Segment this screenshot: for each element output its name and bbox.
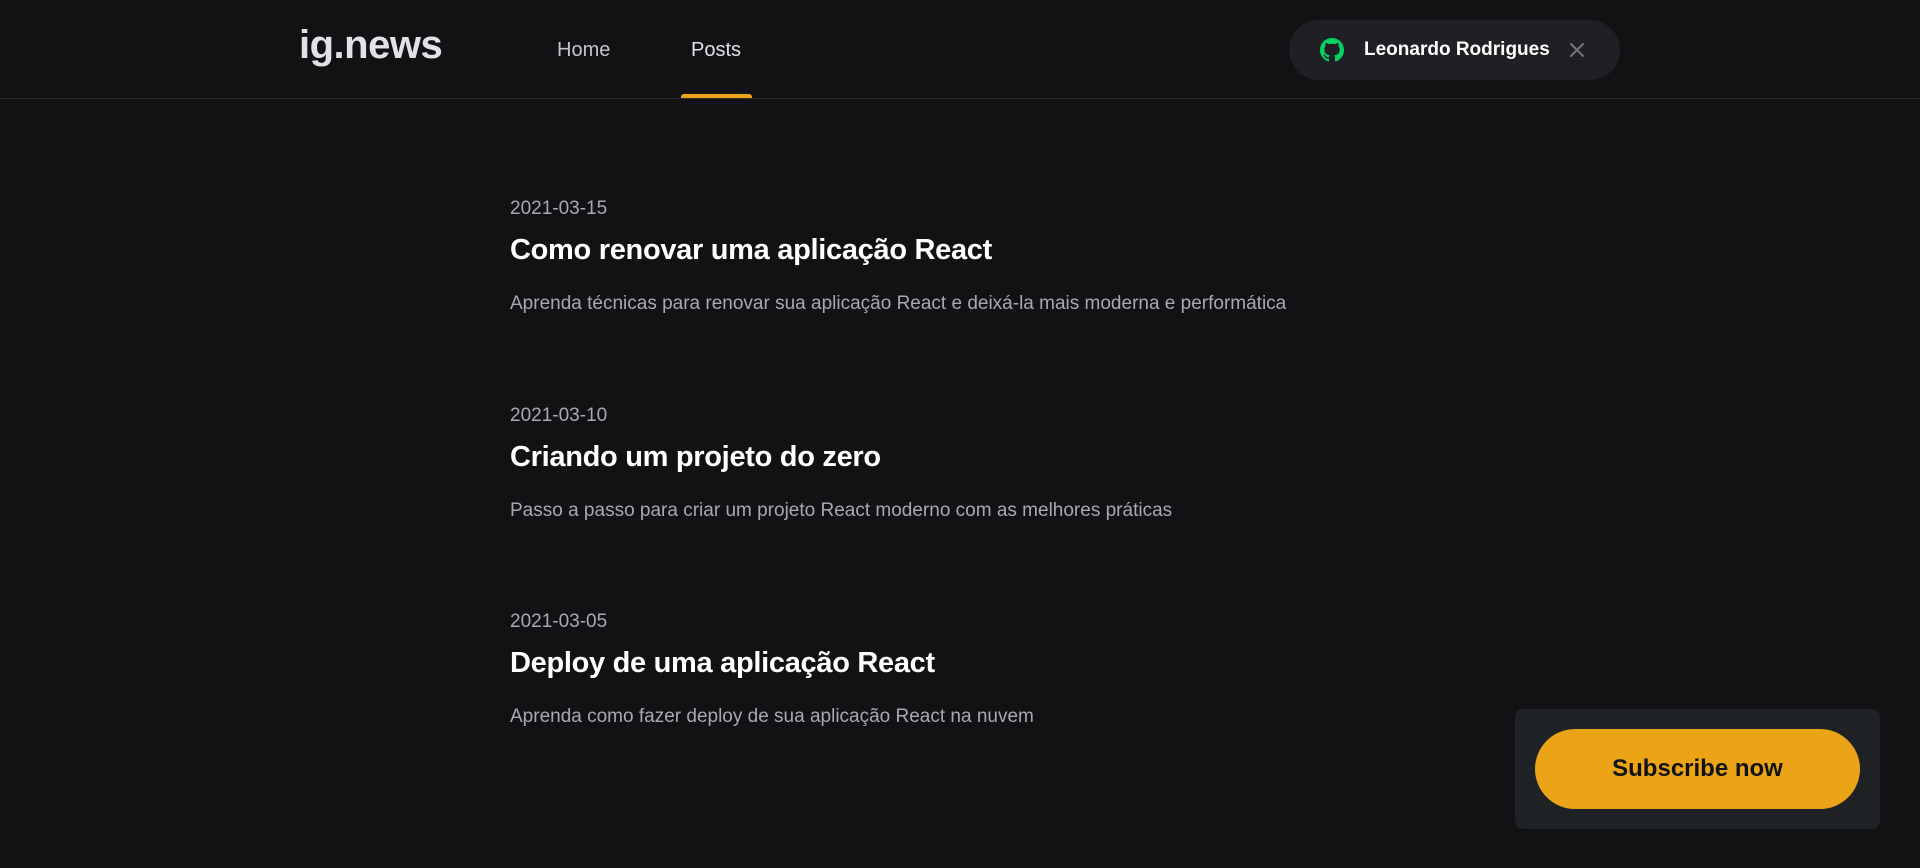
nav-posts-link[interactable]: Posts xyxy=(680,0,752,98)
active-nav-indicator xyxy=(681,94,752,98)
post-title[interactable]: Deploy de uma aplicação React xyxy=(510,647,935,680)
subscribe-panel: Subscribe now xyxy=(1515,709,1880,829)
post-excerpt: Aprenda como fazer deploy de sua aplicaç… xyxy=(510,706,1034,727)
subscribe-button[interactable]: Subscribe now xyxy=(1535,729,1860,809)
site-header: ig.news Home Posts Leonardo Rodrigues xyxy=(0,0,1920,99)
user-signin-button[interactable]: Leonardo Rodrigues xyxy=(1289,20,1620,80)
post-date: 2021-03-05 xyxy=(510,611,608,632)
post-excerpt: Passo a passo para criar um projeto Reac… xyxy=(510,500,1173,521)
post-date: 2021-03-10 xyxy=(510,405,608,426)
github-icon xyxy=(1320,38,1344,62)
close-icon[interactable] xyxy=(1567,40,1587,60)
post-title[interactable]: Como renovar uma aplicação React xyxy=(510,234,992,267)
post-excerpt: Aprenda técnicas para renovar sua aplica… xyxy=(510,293,1287,314)
post-date: 2021-03-15 xyxy=(510,198,608,219)
post-title[interactable]: Criando um projeto do zero xyxy=(510,441,881,474)
nav-home-link[interactable]: Home xyxy=(557,0,610,98)
logo[interactable]: ig.news xyxy=(299,23,443,68)
user-name: Leonardo Rodrigues xyxy=(1364,39,1550,60)
